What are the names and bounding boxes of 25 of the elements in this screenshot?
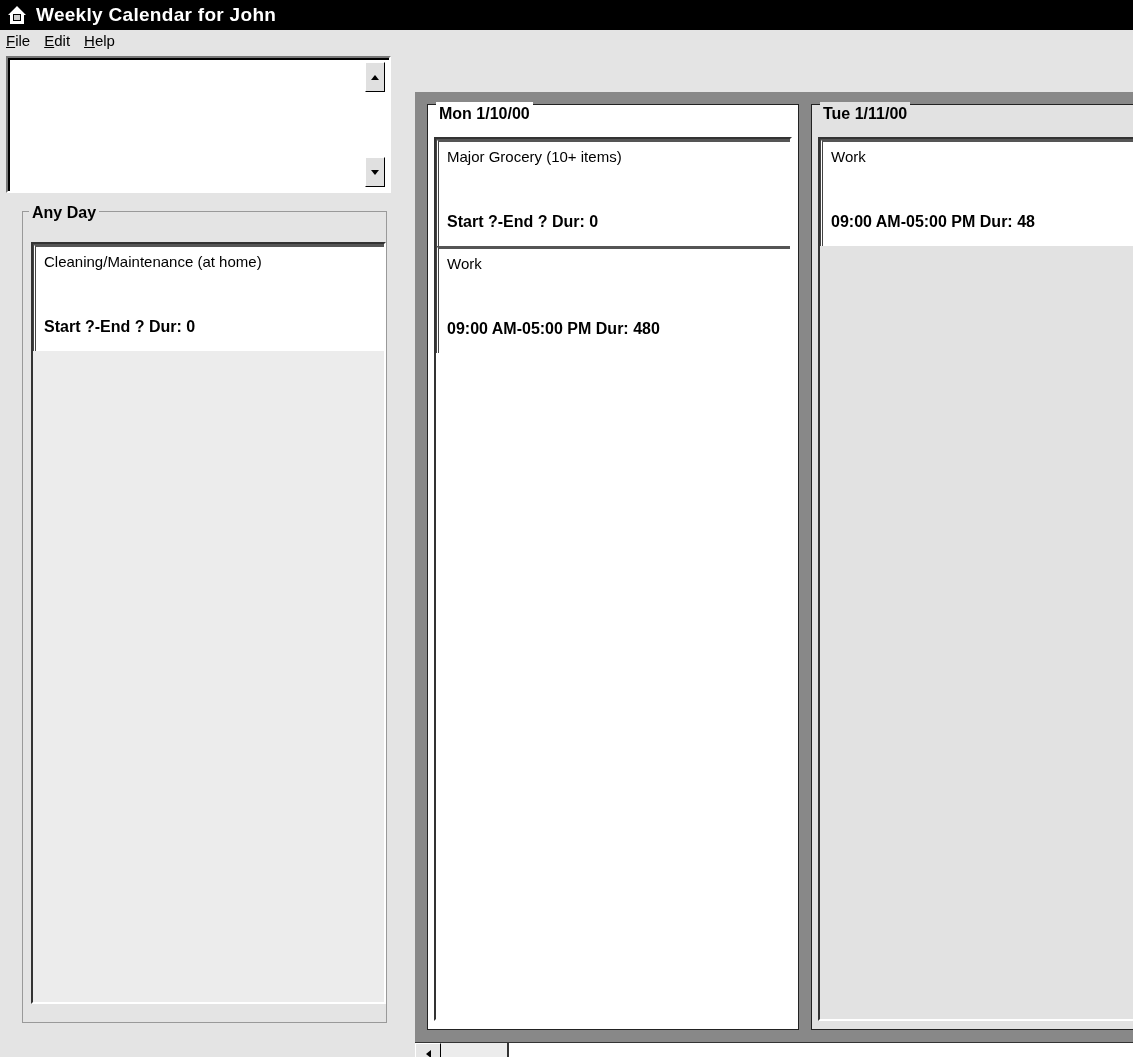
scroll-up-button[interactable] <box>365 62 385 92</box>
house-icon <box>6 4 28 26</box>
down-arrow-icon <box>371 169 379 175</box>
event-time: 09:00 AM-05:00 PM Dur: 48 <box>831 212 1036 232</box>
event-card[interactable]: Work 09:00 AM-05:00 PM Dur: 48 <box>820 139 1133 246</box>
event-title: Major Grocery (10+ items) <box>447 147 623 167</box>
day-column[interactable]: Mon 1/10/00 Major Grocery (10+ items) Start ?-End ? Dur: 0 Work 09:00 AM-05:00 PM Dur: 480 <box>427 104 799 1030</box>
menu-item[interactable]: Help <box>84 31 115 51</box>
event-card[interactable]: Major Grocery (10+ items) Start ?-End ? Dur: 0 <box>436 139 790 246</box>
up-arrow-icon <box>371 74 379 80</box>
event-time: 09:00 AM-05:00 PM Dur: 480 <box>447 319 661 339</box>
scroll-down-button[interactable] <box>365 157 385 187</box>
day-column[interactable]: Tue 1/11/00 Work 09:00 AM-05:00 PM Dur: 48 <box>811 104 1133 1030</box>
window-title: Weekly Calendar for John <box>36 2 277 27</box>
event-card[interactable]: Work 09:00 AM-05:00 PM Dur: 480 <box>436 246 790 353</box>
menu-item[interactable]: File <box>6 31 31 51</box>
event-title: Cleaning/Maintenance (at home) <box>44 252 263 272</box>
event-title: Work <box>447 254 483 274</box>
event-title: Work <box>831 147 867 167</box>
menu-item[interactable]: Edit <box>44 31 71 51</box>
notes-field[interactable] <box>6 56 391 193</box>
event-card[interactable]: Cleaning/Maintenance (at home) Start ?-End ? Dur: 0 <box>33 244 384 351</box>
event-time: Start ?-End ? Dur: 0 <box>447 212 600 232</box>
left-arrow-icon <box>425 1049 431 1057</box>
event-time: Start ?-End ? Dur: 0 <box>44 317 197 337</box>
